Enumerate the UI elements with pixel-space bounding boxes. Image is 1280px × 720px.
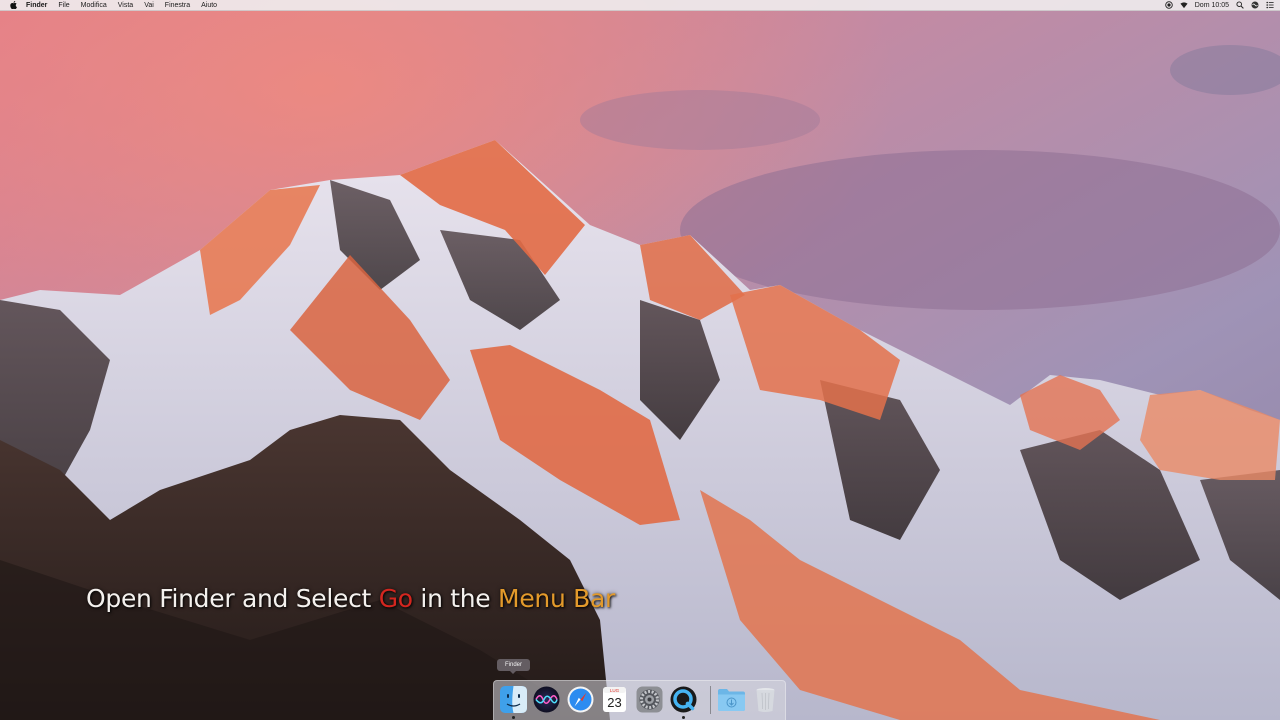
menu-vista[interactable]: Vista bbox=[118, 0, 133, 11]
calendar-month: LUG bbox=[610, 688, 620, 693]
dock: LUG 23 bbox=[493, 680, 786, 720]
menu-bar-status-area: Dom 10:05 bbox=[1165, 0, 1274, 11]
dock-safari[interactable] bbox=[566, 685, 595, 714]
dock-trash[interactable] bbox=[751, 685, 780, 714]
caption-menu-bar-highlight: Menu Bar bbox=[498, 584, 615, 613]
desktop: Finder File Modifica Vista Vai Finestra … bbox=[0, 0, 1280, 720]
dock-quicktime-running-indicator bbox=[682, 716, 685, 719]
apple-menu-icon[interactable] bbox=[10, 1, 17, 9]
spotlight-icon[interactable] bbox=[1236, 1, 1244, 9]
dock-siri[interactable] bbox=[532, 685, 561, 714]
trash-icon bbox=[756, 688, 775, 712]
dock-downloads-folder[interactable] bbox=[717, 685, 746, 714]
calendar-icon: LUG 23 bbox=[603, 687, 626, 712]
system-preferences-icon bbox=[636, 686, 663, 713]
menu-aiuto[interactable]: Aiuto bbox=[201, 0, 217, 11]
menu-bar: Finder File Modifica Vista Vai Finestra … bbox=[0, 0, 1280, 11]
siri-icon bbox=[533, 686, 560, 713]
downloads-folder-icon bbox=[718, 689, 745, 711]
menu-vai[interactable]: Vai bbox=[144, 0, 154, 11]
quicktime-icon bbox=[670, 686, 697, 713]
dock-finder-running-indicator bbox=[512, 716, 515, 719]
dock-divider bbox=[710, 686, 711, 714]
screen-record-icon[interactable] bbox=[1165, 1, 1173, 9]
calendar-day: 23 bbox=[607, 695, 621, 710]
menu-app-finder[interactable]: Finder bbox=[26, 0, 47, 11]
dock-tooltip: Finder bbox=[497, 659, 530, 674]
menu-finestra[interactable]: Finestra bbox=[165, 0, 190, 11]
wifi-icon[interactable] bbox=[1180, 1, 1188, 9]
menu-modifica[interactable]: Modifica bbox=[81, 0, 107, 11]
caption-text-middle: in the bbox=[412, 584, 499, 613]
tutorial-caption: Open Finder and Select Go in the Menu Ba… bbox=[86, 584, 615, 613]
safari-icon bbox=[567, 686, 594, 713]
notification-center-icon[interactable] bbox=[1266, 1, 1274, 9]
menu-bar-clock[interactable]: Dom 10:05 bbox=[1195, 0, 1229, 11]
dock-finder[interactable] bbox=[499, 685, 528, 714]
caption-text-start: Open Finder and Select bbox=[86, 584, 379, 613]
dock-quicktime[interactable] bbox=[669, 685, 698, 714]
menu-file[interactable]: File bbox=[58, 0, 69, 11]
dock-system-preferences[interactable] bbox=[635, 685, 664, 714]
caption-go-highlight: Go bbox=[378, 584, 413, 613]
dock-calendar[interactable]: LUG 23 bbox=[600, 685, 629, 714]
finder-icon bbox=[500, 686, 527, 713]
siri-icon[interactable] bbox=[1251, 1, 1259, 9]
